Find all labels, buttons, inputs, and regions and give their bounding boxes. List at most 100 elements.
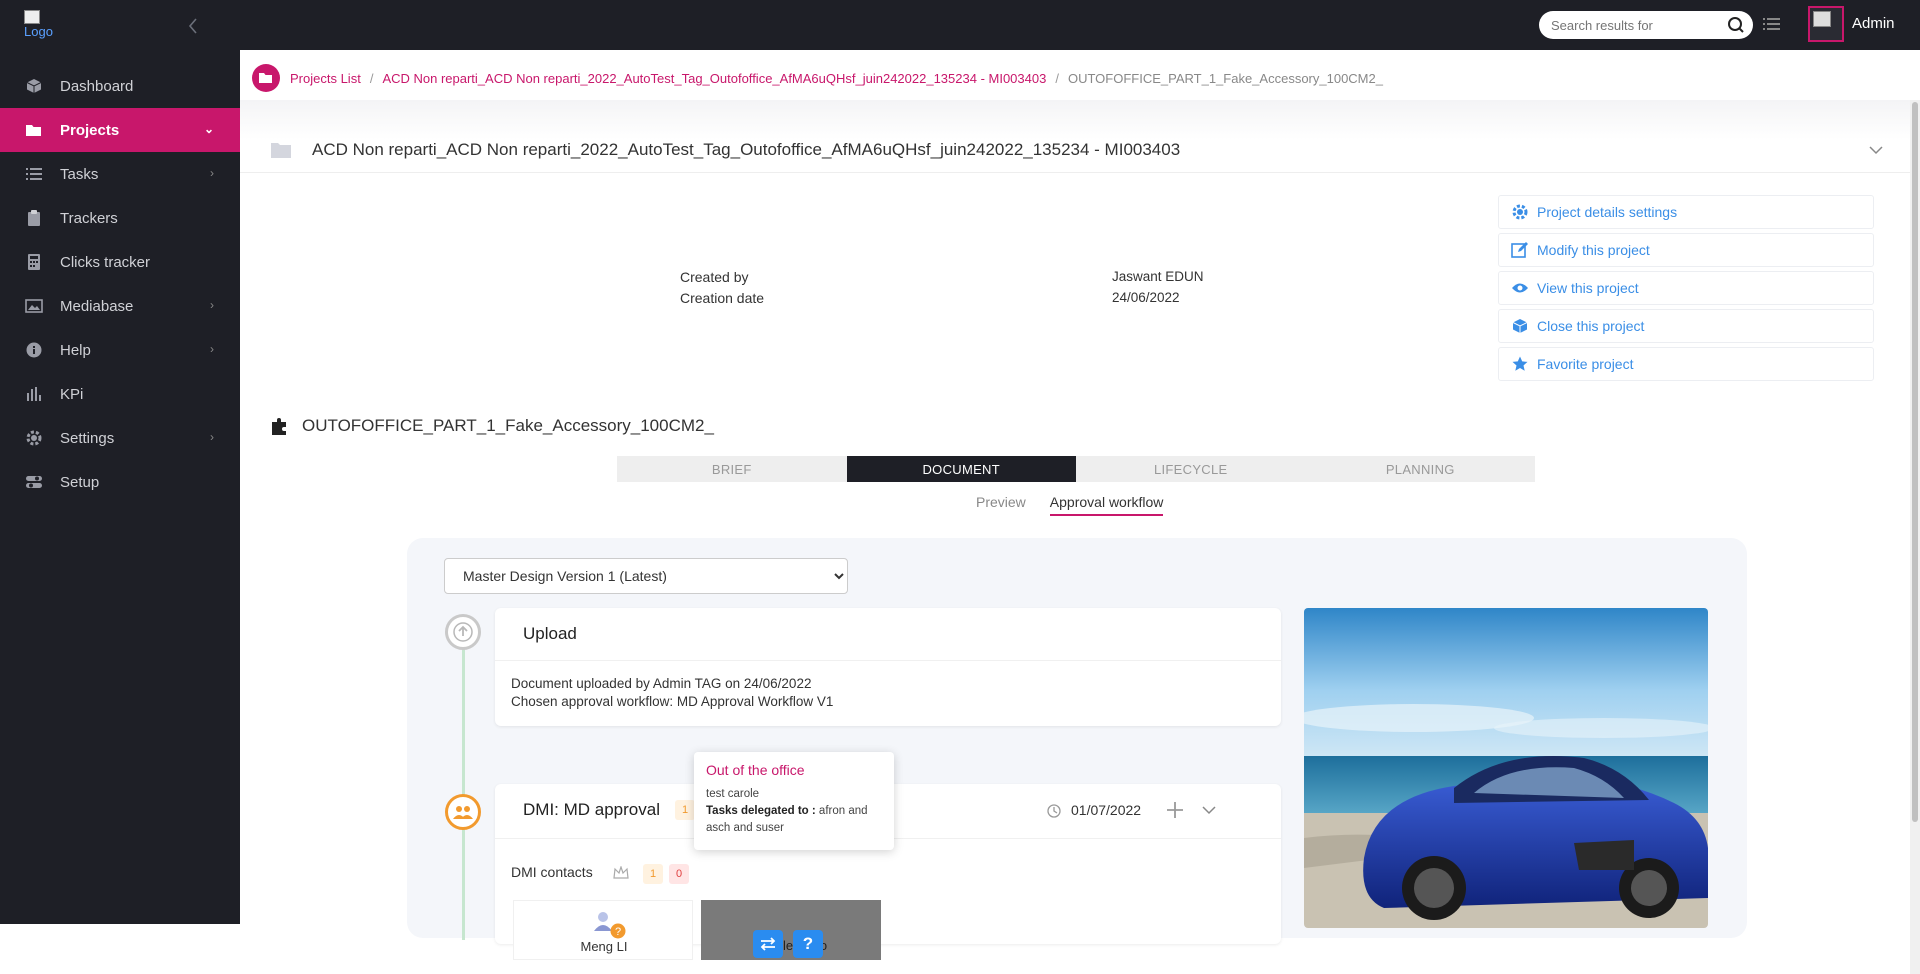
upload-title: Upload bbox=[523, 624, 577, 643]
cube-icon bbox=[24, 76, 44, 96]
sidebar-item-label: Setup bbox=[60, 473, 100, 491]
upload-step-icon bbox=[445, 614, 481, 650]
sidebar-item-kpi[interactable]: KPi bbox=[0, 372, 240, 416]
broken-image-icon bbox=[24, 10, 40, 24]
sidebar-item-label: Clicks tracker bbox=[60, 253, 151, 271]
sidebar-item-tasks[interactable]: Tasks › bbox=[0, 152, 240, 196]
contacts-pending-badge: 1 bbox=[643, 864, 663, 884]
search-box bbox=[1539, 11, 1753, 39]
modify-project-button[interactable]: Modify this project bbox=[1498, 233, 1874, 267]
project-title: ACD Non reparti_ACD Non reparti_2022_Aut… bbox=[312, 140, 1181, 159]
sidebar-item-dashboard[interactable]: Dashboard bbox=[0, 64, 240, 108]
folder-icon bbox=[271, 143, 291, 158]
out-of-office-tooltip: Out of the office test carole Tasks dele… bbox=[694, 752, 894, 850]
sidebar-item-setup[interactable]: Setup bbox=[0, 460, 240, 504]
sidebar-item-settings[interactable]: Settings › bbox=[0, 416, 240, 460]
top-bar: Admin bbox=[240, 0, 1920, 50]
breadcrumb-project[interactable]: ACD Non reparti_ACD Non reparti_2022_Aut… bbox=[382, 71, 1046, 86]
chevron-right-icon: › bbox=[210, 430, 214, 444]
gear-icon bbox=[24, 428, 44, 448]
user-name[interactable]: Admin bbox=[1852, 15, 1895, 32]
toggle-icon bbox=[24, 472, 44, 492]
swap-icon bbox=[760, 937, 776, 951]
collapse-sidebar-button[interactable] bbox=[184, 16, 204, 36]
calculator-icon bbox=[24, 252, 44, 272]
document-preview-image[interactable] bbox=[1304, 608, 1708, 928]
question-badge-icon: ? bbox=[610, 923, 626, 939]
projects-home-button[interactable] bbox=[252, 64, 280, 92]
eye-icon bbox=[1511, 279, 1529, 297]
sidebar-item-help[interactable]: Help › bbox=[0, 328, 240, 372]
approval-workflow-line: Chosen approval workflow: MD Approval Wo… bbox=[511, 694, 834, 709]
part-title: OUTOFOFFICE_PART_1_Fake_Accessory_100CM2… bbox=[270, 416, 714, 436]
breadcrumb-projects-list[interactable]: Projects List bbox=[290, 71, 361, 86]
svg-text:?: ? bbox=[615, 926, 621, 938]
sidebar-item-clicks-tracker[interactable]: Clicks tracker bbox=[0, 240, 240, 284]
chevron-down-icon[interactable] bbox=[1868, 142, 1884, 158]
creation-date-value: 24/06/2022 bbox=[1112, 290, 1180, 305]
contact-card-carole-bono[interactable]: Carole Bono ? bbox=[701, 900, 881, 960]
created-by-value: Jaswant EDUN bbox=[1112, 269, 1204, 284]
view-project-button[interactable]: View this project bbox=[1498, 271, 1874, 305]
breadcrumb-current: OUTOFOFFICE_PART_1_Fake_Accessory_100CM2… bbox=[1067, 70, 1383, 86]
breadcrumb-separator: / bbox=[369, 70, 374, 86]
question-button[interactable]: ? bbox=[793, 930, 823, 958]
tab-lifecycle[interactable]: LIFECYCLE bbox=[1076, 456, 1306, 482]
approval-due-date: 01/07/2022 bbox=[1071, 802, 1142, 818]
version-select[interactable]: Master Design Version 1 (Latest) bbox=[444, 558, 848, 594]
users-icon bbox=[453, 806, 473, 819]
tooltip-delegation: Tasks delegated to : afron and asch and … bbox=[706, 803, 882, 837]
scrollbar-thumb[interactable] bbox=[1912, 102, 1918, 822]
favorite-project-button[interactable]: Favorite project bbox=[1498, 347, 1874, 381]
delegated-label: Tasks delegated to : bbox=[706, 805, 816, 817]
search-icon[interactable] bbox=[1727, 16, 1745, 34]
tab-brief[interactable]: BRIEF bbox=[617, 456, 847, 482]
sidebar-item-label: Mediabase bbox=[60, 297, 134, 315]
sidebar-item-mediabase[interactable]: Mediabase › bbox=[0, 284, 240, 328]
sidebar-item-trackers[interactable]: Trackers bbox=[0, 196, 240, 240]
sidebar: Logo Dashboard Projects ⌄ Tasks › Tracke… bbox=[0, 0, 240, 924]
list-icon bbox=[24, 164, 44, 184]
contact-card-meng-li[interactable]: ? Meng LI bbox=[513, 900, 693, 960]
tab-document[interactable]: DOCUMENT bbox=[846, 456, 1076, 482]
clipboard-icon bbox=[24, 208, 44, 228]
subtab-preview[interactable]: Preview bbox=[976, 494, 1026, 516]
box-icon bbox=[1511, 317, 1529, 335]
divider bbox=[495, 660, 1281, 661]
menu-list-icon[interactable] bbox=[1762, 14, 1782, 34]
delegate-button[interactable] bbox=[753, 930, 783, 958]
user-avatar[interactable] bbox=[1808, 6, 1844, 42]
breadcrumb: Projects List / ACD Non reparti_ACD Non … bbox=[252, 58, 1383, 98]
gear-icon bbox=[1511, 203, 1529, 221]
sidebar-item-label: Dashboard bbox=[60, 77, 134, 95]
upload-icon bbox=[453, 622, 473, 642]
chevron-right-icon: › bbox=[210, 342, 214, 356]
question-icon: ? bbox=[802, 934, 814, 953]
subtab-approval-workflow[interactable]: Approval workflow bbox=[1049, 494, 1164, 516]
sidebar-item-label: Trackers bbox=[60, 209, 118, 227]
folder-open-icon bbox=[259, 73, 272, 83]
contact-name: Meng LI bbox=[580, 939, 628, 954]
chevron-down-icon[interactable] bbox=[1201, 802, 1217, 818]
divider bbox=[240, 172, 1910, 173]
folder-open-icon bbox=[24, 120, 44, 140]
edit-icon bbox=[1511, 241, 1529, 259]
action-label: View this project bbox=[1537, 280, 1639, 296]
sidebar-item-label: Projects bbox=[60, 121, 120, 139]
search-input[interactable] bbox=[1539, 11, 1709, 39]
approval-step-title: DMI: MD approval bbox=[523, 800, 660, 819]
tab-planning[interactable]: PLANNING bbox=[1306, 456, 1536, 482]
close-project-button[interactable]: Close this project bbox=[1498, 309, 1874, 343]
image-icon bbox=[24, 296, 44, 316]
contacts-rejected-badge: 0 bbox=[669, 864, 689, 884]
part-title-text: OUTOFOFFICE_PART_1_Fake_Accessory_100CM2… bbox=[302, 416, 714, 435]
sidebar-item-projects[interactable]: Projects ⌄ bbox=[0, 108, 240, 152]
chevron-down-icon: ⌄ bbox=[203, 122, 214, 136]
app-logo[interactable]: Logo bbox=[24, 10, 58, 44]
project-header[interactable]: ACD Non reparti_ACD Non reparti_2022_Aut… bbox=[270, 130, 1890, 170]
approval-count-badge: 1 bbox=[675, 800, 695, 820]
plus-icon[interactable] bbox=[1165, 800, 1185, 820]
project-details-settings-button[interactable]: Project details settings bbox=[1498, 195, 1874, 229]
page-scrollbar[interactable] bbox=[1910, 100, 1920, 974]
info-icon bbox=[24, 340, 44, 360]
